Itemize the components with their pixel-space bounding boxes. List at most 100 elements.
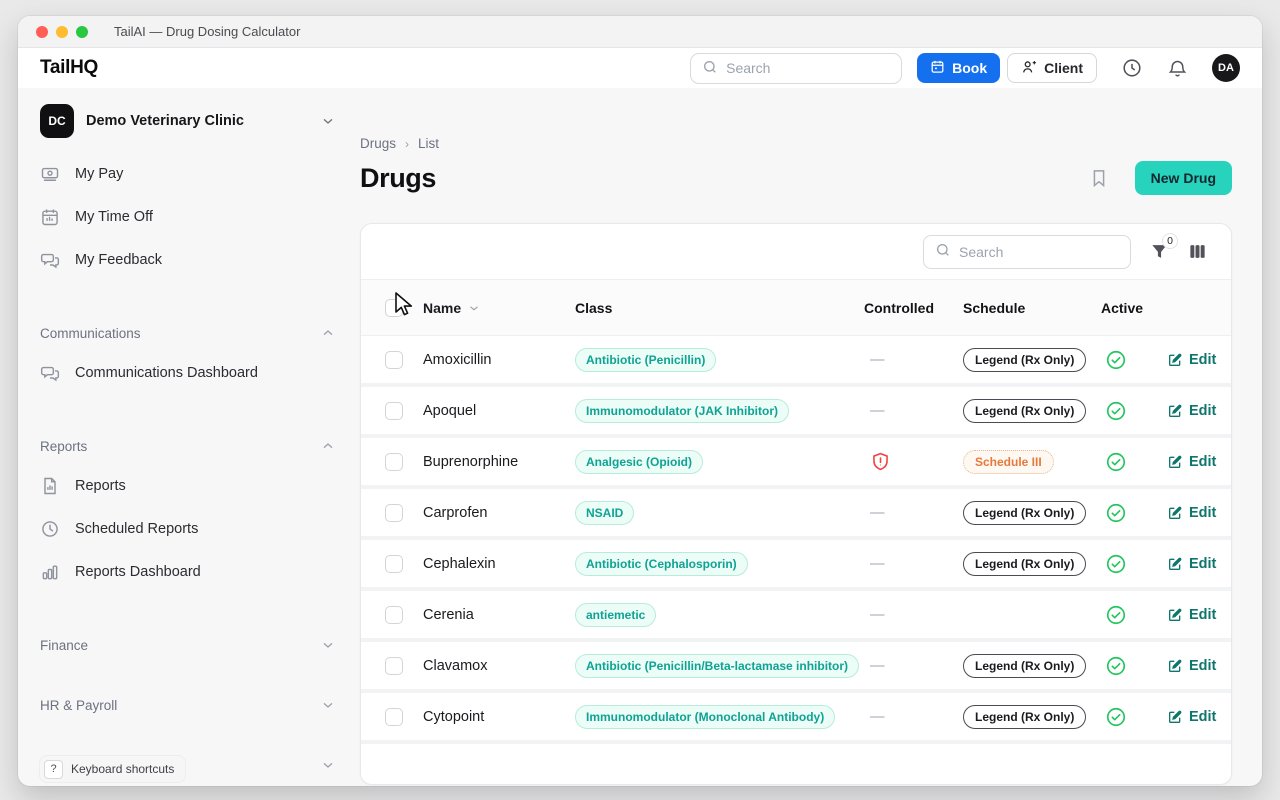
calendar-icon <box>930 59 945 77</box>
history-clock-icon[interactable] <box>1121 57 1143 79</box>
sidebar-item-my-pay[interactable]: My Pay <box>40 152 336 195</box>
app-window: TailAI — Drug Dosing Calculator TailHQ S… <box>18 16 1262 786</box>
schedule-badge: Legend (Rx Only) <box>963 348 1086 372</box>
drug-name: Cerenia <box>423 607 575 623</box>
row-checkbox[interactable] <box>385 657 403 675</box>
filter-button[interactable]: 0 <box>1150 242 1169 261</box>
table-search-placeholder: Search <box>959 244 1003 260</box>
person-plus-icon <box>1021 59 1037 78</box>
new-drug-button[interactable]: New Drug <box>1135 161 1232 195</box>
edit-button[interactable]: Edit <box>1167 505 1216 521</box>
edit-button[interactable]: Edit <box>1167 454 1216 470</box>
sidebar-item-reports[interactable]: Reports <box>40 464 336 507</box>
controlled-shield-icon <box>870 451 891 472</box>
book-button[interactable]: Book <box>917 53 1000 83</box>
edit-button[interactable]: Edit <box>1167 709 1216 725</box>
question-key-icon: ? <box>44 760 63 779</box>
drug-name: Apoquel <box>423 403 575 419</box>
breadcrumb-list[interactable]: List <box>418 136 439 151</box>
drugs-table-card: Search 0 Name <box>360 223 1232 785</box>
table-row: CarprofenNSAID—Legend (Rx Only)Edit <box>361 489 1231 540</box>
table-header-row: Name Class Controlled Schedule Active <box>361 280 1231 336</box>
sidebar-section-finance[interactable]: Finance <box>40 637 336 653</box>
breadcrumb-drugs[interactable]: Drugs <box>360 136 396 151</box>
sidebar-item-my-time-off[interactable]: My Time Off <box>40 195 336 238</box>
global-search-placeholder: Search <box>726 60 770 76</box>
breadcrumb: Drugs › List <box>360 136 1232 151</box>
edit-pencil-icon <box>1167 403 1183 419</box>
row-checkbox[interactable] <box>385 402 403 420</box>
edit-button[interactable]: Edit <box>1167 403 1216 419</box>
table-row: BuprenorphineAnalgesic (Opioid)Schedule … <box>361 438 1231 489</box>
sidebar-section-hr-payroll[interactable]: HR & Payroll <box>40 697 336 713</box>
page-title: Drugs <box>360 163 436 194</box>
table-search-input[interactable]: Search <box>923 235 1131 269</box>
table-row: ClavamoxAntibiotic (Penicillin/Beta-lact… <box>361 642 1231 693</box>
sidebar-item-communications-dashboard[interactable]: Communications Dashboard <box>40 351 336 394</box>
macos-titlebar: TailAI — Drug Dosing Calculator <box>18 16 1262 48</box>
drug-name: Clavamox <box>423 658 575 674</box>
select-all-checkbox[interactable] <box>385 299 403 317</box>
drug-class-badge: Immunomodulator (JAK Inhibitor) <box>575 399 789 423</box>
edit-button[interactable]: Edit <box>1167 607 1216 623</box>
sidebar-section-communications[interactable]: Communications <box>40 325 336 341</box>
filter-count-badge: 0 <box>1162 233 1178 249</box>
close-window-button[interactable] <box>36 26 48 38</box>
bookmark-icon[interactable] <box>1089 168 1109 188</box>
drug-name: Cephalexin <box>423 556 575 572</box>
row-checkbox[interactable] <box>385 351 403 369</box>
sidebar-item-my-feedback[interactable]: My Feedback <box>40 238 336 281</box>
column-header-schedule[interactable]: Schedule <box>963 300 1101 316</box>
clinic-switcher[interactable]: DC Demo Veterinary Clinic <box>40 104 336 138</box>
user-avatar[interactable]: DA <box>1212 54 1240 82</box>
chat-icon <box>40 250 60 270</box>
notifications-bell-icon[interactable] <box>1167 58 1188 79</box>
zoom-window-button[interactable] <box>76 26 88 38</box>
column-header-name[interactable]: Name <box>423 300 575 316</box>
sidebar-item-scheduled-reports[interactable]: Scheduled Reports <box>40 507 336 550</box>
app-logo[interactable]: TailHQ <box>40 57 98 79</box>
column-header-class[interactable]: Class <box>575 300 864 316</box>
edit-pencil-icon <box>1167 709 1183 725</box>
sidebar-section-reports[interactable]: Reports <box>40 438 336 454</box>
row-checkbox[interactable] <box>385 606 403 624</box>
row-checkbox[interactable] <box>385 555 403 573</box>
row-checkbox[interactable] <box>385 453 403 471</box>
client-button[interactable]: Client <box>1007 53 1097 83</box>
edit-pencil-icon <box>1167 505 1183 521</box>
sidebar-item-reports-dashboard[interactable]: Reports Dashboard <box>40 550 336 593</box>
row-checkbox[interactable] <box>385 708 403 726</box>
drug-class-badge: Antibiotic (Cephalosporin) <box>575 552 748 576</box>
row-checkbox[interactable] <box>385 504 403 522</box>
chevron-up-icon <box>320 438 336 454</box>
controlled-empty: — <box>870 352 885 368</box>
column-header-active[interactable]: Active <box>1101 300 1167 316</box>
table-row: CytopointImmunomodulator (Monoclonal Ant… <box>361 693 1231 744</box>
active-check-icon <box>1105 604 1127 626</box>
table-row: ApoquelImmunomodulator (JAK Inhibitor)—L… <box>361 387 1231 438</box>
controlled-empty: — <box>870 658 885 674</box>
search-icon <box>935 242 951 261</box>
edit-button[interactable]: Edit <box>1167 556 1216 572</box>
keyboard-shortcuts-hint[interactable]: ? Keyboard shortcuts <box>40 756 185 782</box>
column-header-controlled[interactable]: Controlled <box>864 300 963 316</box>
schedule-badge: Legend (Rx Only) <box>963 705 1086 729</box>
app-header: TailHQ Search Book Client <box>18 48 1262 88</box>
edit-pencil-icon <box>1167 352 1183 368</box>
edit-button[interactable]: Edit <box>1167 658 1216 674</box>
minimize-window-button[interactable] <box>56 26 68 38</box>
edit-pencil-icon <box>1167 556 1183 572</box>
drug-class-badge: Immunomodulator (Monoclonal Antibody) <box>575 705 835 729</box>
edit-button[interactable]: Edit <box>1167 352 1216 368</box>
table-row-partial <box>361 744 1231 784</box>
schedule-badge: Legend (Rx Only) <box>963 552 1086 576</box>
chevron-down-icon <box>320 697 336 713</box>
active-check-icon <box>1105 706 1127 728</box>
columns-button[interactable] <box>1188 242 1207 261</box>
sort-chevron-icon <box>467 301 481 315</box>
schedule-badge: Legend (Rx Only) <box>963 399 1086 423</box>
controlled-empty: — <box>870 505 885 521</box>
sidebar: DC Demo Veterinary Clinic My PayMy Time … <box>18 88 360 786</box>
window-title: TailAI — Drug Dosing Calculator <box>114 24 300 39</box>
global-search-input[interactable]: Search <box>690 53 902 84</box>
